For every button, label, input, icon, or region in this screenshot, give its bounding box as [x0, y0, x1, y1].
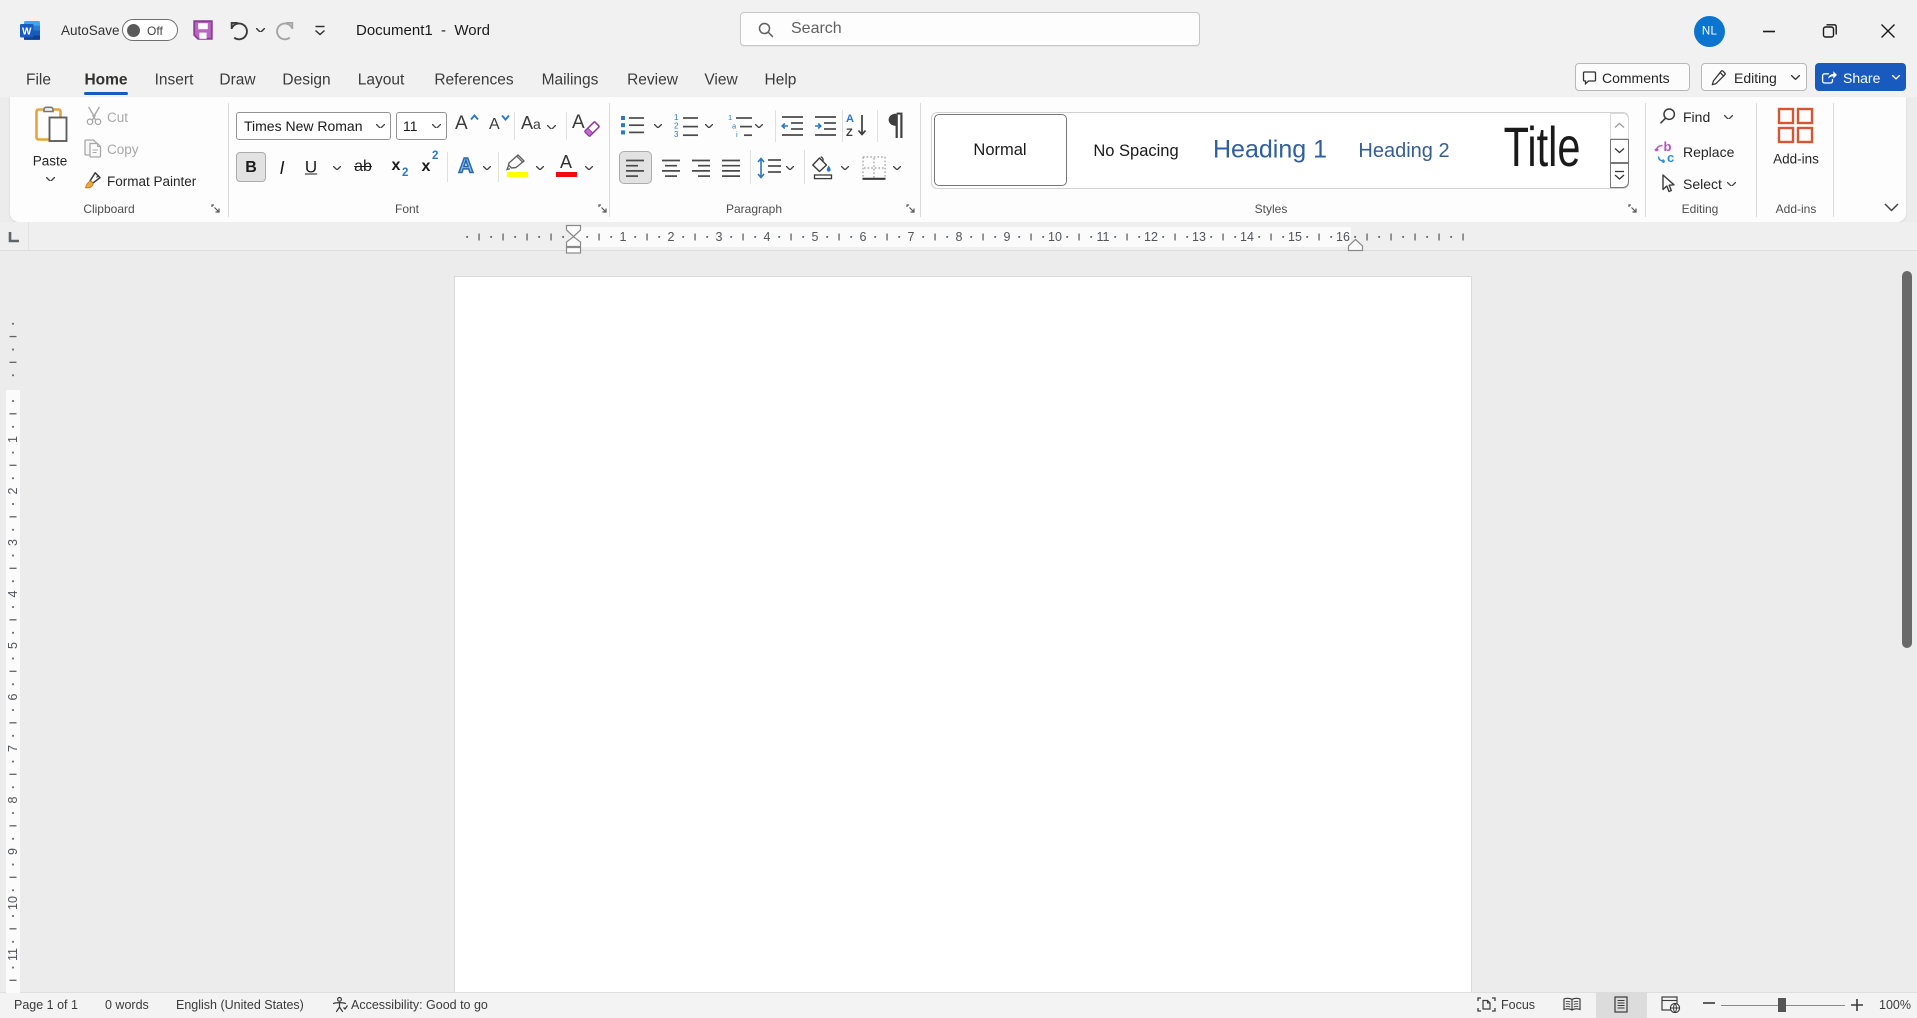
- svg-text:3: 3: [6, 539, 20, 546]
- svg-text:5: 5: [6, 642, 20, 649]
- svg-text:15: 15: [1288, 230, 1302, 244]
- svg-text:8: 8: [956, 230, 963, 244]
- svg-text:W: W: [22, 26, 32, 37]
- svg-text:3: 3: [716, 230, 723, 244]
- svg-text:c: c: [1667, 150, 1674, 163]
- svg-text:14: 14: [1240, 230, 1254, 244]
- svg-text:10: 10: [6, 896, 20, 910]
- svg-text:11: 11: [1097, 230, 1110, 244]
- svg-text:9: 9: [1004, 230, 1011, 244]
- svg-text:5: 5: [812, 230, 819, 244]
- svg-text:10: 10: [1048, 230, 1062, 244]
- svg-text:Z: Z: [846, 127, 853, 139]
- svg-text:8: 8: [6, 796, 20, 803]
- svg-text:16: 16: [1336, 230, 1350, 244]
- svg-text:3: 3: [674, 130, 679, 139]
- svg-text:13: 13: [1192, 230, 1206, 244]
- svg-text:6: 6: [860, 230, 867, 244]
- svg-text:7: 7: [6, 745, 20, 752]
- svg-text:7: 7: [908, 230, 915, 244]
- svg-text:12: 12: [1144, 230, 1158, 244]
- svg-text:A: A: [846, 113, 854, 125]
- svg-text:2: 2: [6, 487, 20, 494]
- svg-text:1: 1: [620, 230, 627, 244]
- svg-text:11: 11: [6, 948, 20, 961]
- svg-text:i: i: [736, 130, 738, 139]
- svg-text:1: 1: [6, 436, 20, 443]
- svg-text:9: 9: [6, 848, 20, 855]
- svg-text:6: 6: [6, 693, 20, 700]
- svg-text:4: 4: [6, 590, 20, 597]
- svg-text:4: 4: [764, 230, 771, 244]
- svg-text:2: 2: [668, 230, 675, 244]
